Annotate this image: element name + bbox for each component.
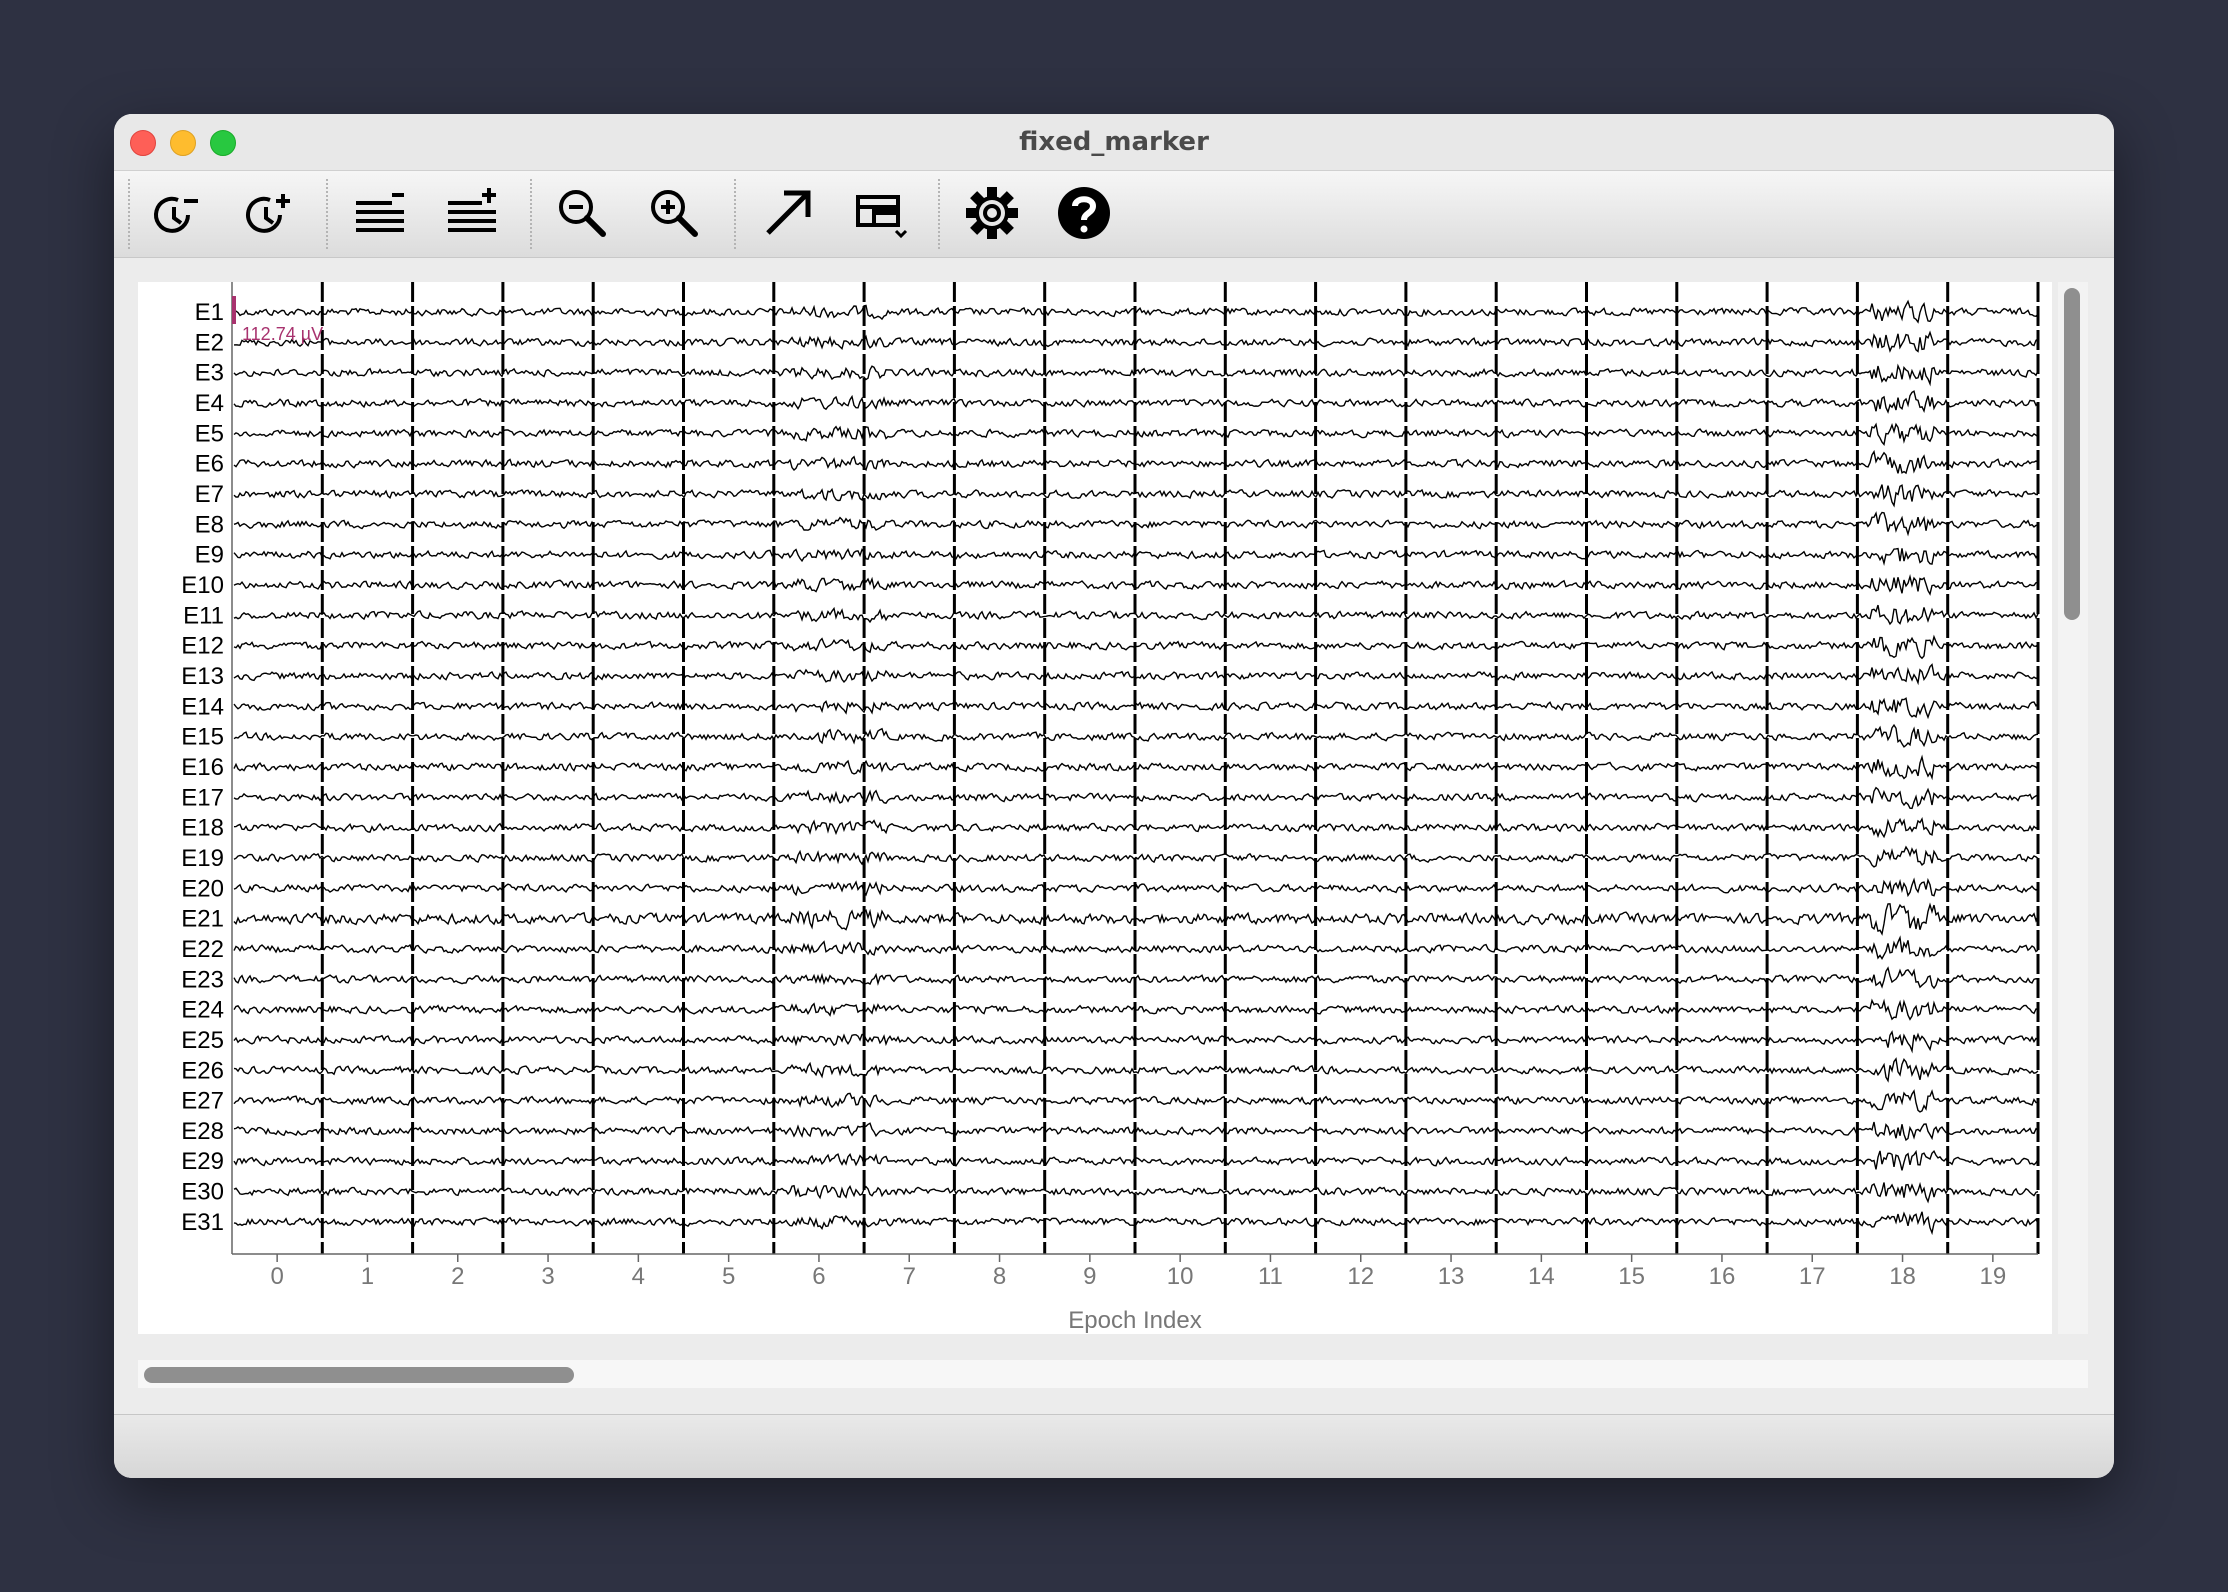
lines-plus-icon [448, 188, 496, 232]
x-tick-label: 3 [541, 1263, 554, 1290]
channel-label: E19 [181, 845, 224, 872]
help-button[interactable] [1052, 181, 1116, 245]
channel-labels: E1 E2 E3 E4 E5 E6 E7 E8 E9 E10 E11 E12 E13 E14 E15 E16 E… [181, 299, 224, 1236]
channel-label: E22 [181, 936, 224, 963]
increase-duration-button[interactable] [236, 181, 300, 245]
x-tick-label: 5 [722, 1263, 735, 1290]
toolbar-separator [326, 179, 328, 249]
main-window: fixed_marker E1 E2 E3 E4 E5 E6 E7 E8 E9 … [114, 114, 2114, 1478]
scalebar [232, 296, 236, 324]
channel-label: E9 [195, 542, 224, 569]
zoom-in-icon [651, 190, 698, 237]
eeg-epochs-plot[interactable]: E1 E2 E3 E4 E5 E6 E7 E8 E9 E10 E11 E12 E13 E14 E15 E16 E… [138, 282, 2052, 1334]
x-tick-label: 14 [1528, 1263, 1555, 1290]
channel-label: E1 [195, 299, 224, 326]
arrow-icon [766, 190, 811, 235]
channel-label: E30 [181, 1179, 224, 1206]
increase-channels-button[interactable] [440, 181, 504, 245]
horizontal-scrollbar[interactable] [138, 1360, 2088, 1388]
plot-area[interactable]: E1 E2 E3 E4 E5 E6 E7 E8 E9 E10 E11 E12 E13 E14 E15 E16 E… [138, 282, 2052, 1334]
channel-label: E18 [181, 815, 224, 842]
epoch-boundaries [320, 282, 2040, 1254]
channel-label: E13 [181, 663, 224, 690]
x-tick-label: 7 [903, 1263, 916, 1290]
vertical-scrollbar-thumb[interactable] [2064, 288, 2080, 620]
x-tick-label: 17 [1799, 1263, 1826, 1290]
layout-icon [856, 195, 908, 239]
title-bar: fixed_marker [114, 114, 2114, 171]
scalebar-label: 112.74 µV [242, 324, 323, 344]
channel-label: E15 [181, 724, 224, 751]
x-tick-label: 8 [993, 1263, 1006, 1290]
toolbar-separator [734, 179, 736, 249]
settings-button[interactable] [960, 181, 1024, 245]
x-tick-label: 11 [1258, 1263, 1283, 1290]
overview-button[interactable] [848, 181, 912, 245]
channel-label: E23 [181, 966, 224, 993]
gear-icon [966, 187, 1018, 239]
horizontal-scrollbar-thumb[interactable] [144, 1367, 574, 1383]
channel-label: E27 [181, 1088, 224, 1115]
x-tick-label: 19 [1979, 1263, 2006, 1290]
status-bar [114, 1414, 2114, 1478]
channel-label: E5 [195, 420, 224, 447]
x-tick-label: 4 [632, 1263, 645, 1290]
x-tick-label: 6 [812, 1263, 825, 1290]
x-tick-label: 12 [1347, 1263, 1374, 1290]
zoom-out-icon [559, 190, 606, 237]
channel-label: E2 [195, 329, 224, 356]
help-icon [1058, 187, 1110, 239]
channel-label: E4 [195, 390, 224, 417]
zoom-in-button[interactable] [642, 181, 706, 245]
x-tick-label: 9 [1083, 1263, 1096, 1290]
channel-label: E28 [181, 1118, 224, 1145]
x-axis-label: Epoch Index [1068, 1307, 1201, 1334]
channel-label: E24 [181, 997, 224, 1024]
zoom-out-button[interactable] [550, 181, 614, 245]
channel-label: E26 [181, 1057, 224, 1084]
projectors-button[interactable] [756, 181, 820, 245]
channel-label: E12 [181, 633, 224, 660]
vertical-scrollbar[interactable] [2058, 282, 2088, 1334]
toolbar-separator [938, 179, 940, 249]
x-tick-label: 2 [451, 1263, 464, 1290]
x-tick-label: 16 [1709, 1263, 1736, 1290]
toolbar-separator [530, 179, 532, 249]
channel-label: E25 [181, 1027, 224, 1054]
x-tick-label: 10 [1167, 1263, 1194, 1290]
toolbar-separator [128, 179, 130, 249]
window-title: fixed_marker [1019, 127, 1209, 157]
decrease-duration-button[interactable] [144, 181, 208, 245]
toolbar [114, 171, 2114, 258]
channel-label: E11 [183, 602, 224, 629]
clock-minus-icon [154, 196, 198, 233]
channel-label: E8 [195, 511, 224, 538]
channel-label: E29 [181, 1148, 224, 1175]
x-tick-label: 13 [1438, 1263, 1465, 1290]
channel-label: E16 [181, 754, 224, 781]
channel-label: E17 [181, 784, 224, 811]
decrease-channels-button[interactable] [348, 181, 412, 245]
channel-label: E7 [195, 481, 224, 508]
channel-label: E10 [181, 572, 224, 599]
clock-plus-icon [246, 194, 290, 233]
lines-minus-icon [356, 193, 404, 232]
x-tick-label: 15 [1618, 1263, 1645, 1290]
channel-label: E3 [195, 360, 224, 387]
channel-label: E21 [181, 906, 224, 933]
channel-label: E14 [181, 693, 224, 720]
x-tick-label: 1 [361, 1263, 374, 1290]
x-tick-label: 0 [270, 1263, 283, 1290]
channel-label: E20 [181, 875, 224, 902]
x-axis-ticks: 0 1 2 3 4 5 6 7 8 9 10 11 12 13 14 15 16 17 18 19 [270, 1254, 2006, 1290]
x-tick-label: 18 [1889, 1263, 1916, 1290]
channel-label: E31 [181, 1209, 224, 1236]
channel-label: E6 [195, 451, 224, 478]
